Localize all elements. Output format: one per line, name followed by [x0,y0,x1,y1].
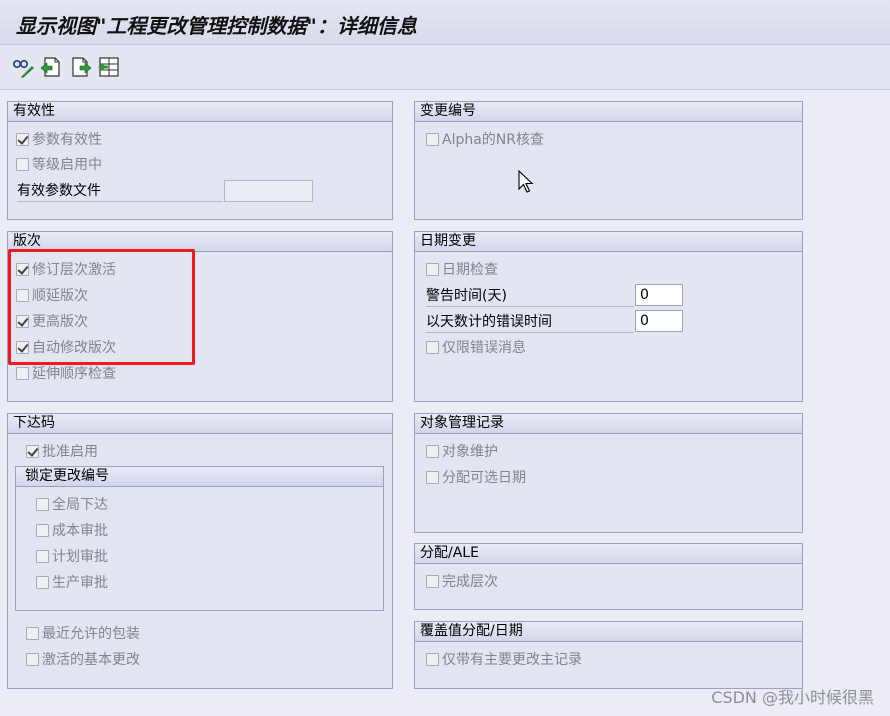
checkbox-cost-approval[interactable]: 成本审批 [36,520,108,542]
checkbox-label: 日期检查 [442,262,498,278]
checkbox-box[interactable] [26,652,39,666]
group-title: 分配/ALE [415,544,802,564]
checkbox-alpha-nr-check[interactable]: Alpha的NR核查 [426,129,544,151]
checkbox-label: 成本审批 [52,523,108,539]
title-bar: 显示视图"工程更改管理控制数据"：详细信息 [0,0,890,45]
checkbox-error-messages-only[interactable]: 仅限错误消息 [426,337,526,359]
watermark: CSDN @我小时候很黑 [711,688,874,707]
group-title: 有效性 [8,102,392,122]
checkbox-label: 对象维护 [442,444,498,460]
checkbox-label: 计划审批 [52,549,108,565]
checkbox-label: Alpha的NR核查 [442,132,545,148]
checkbox-label: 激活的基本更改 [42,652,140,668]
group-title: 对象管理记录 [415,414,802,434]
checkbox-major-change-records-only[interactable]: 仅带有主要更改主记录 [426,649,582,671]
group-lock-change-number: 锁定更改编号 全局下达 成本审批 计划审批 生产审批 [15,466,384,611]
next-entry-icon[interactable] [70,56,92,78]
checkbox-parameter-validity[interactable]: 参数有效性 [16,129,102,151]
field-label-parameter-file: 有效参数文件 [17,183,101,199]
checkbox-box[interactable] [426,574,439,588]
glasses-change-icon[interactable] [12,56,34,78]
checkbox-label: 分配可选日期 [442,470,526,486]
checkbox-assign-optional-date[interactable]: 分配可选日期 [426,467,526,489]
field-underline [17,201,223,202]
checkbox-box[interactable] [36,575,49,589]
window-title: 显示视图"工程更改管理控制数据"：详细信息 [16,14,417,38]
field-underline [426,332,634,333]
checkbox-production-approval[interactable]: 生产审批 [36,572,108,594]
group-title: 变更编号 [415,102,802,122]
checkbox-box[interactable] [36,523,49,537]
field-label-warning-time: 警告时间(天) [426,288,507,304]
group-title: 下达码 [8,414,392,434]
group-release-key: 下达码 批准启用 锁定更改编号 全局下达 成本审批 计划审批 生产审批 最近允许… [7,413,393,689]
checkbox-object-maintenance[interactable]: 对象维护 [426,441,498,463]
checkbox-latest-allowed-packaging[interactable]: 最近允许的包装 [26,623,140,645]
select-entry-icon[interactable] [98,56,120,78]
checkbox-global-release[interactable]: 全局下达 [36,494,108,516]
checkbox-date-check[interactable]: 日期检查 [426,259,498,281]
warning-time-input[interactable]: 0 [635,284,683,306]
checkbox-level-enabled[interactable]: 等级启用中 [16,154,102,176]
checkbox-box[interactable] [426,340,439,354]
checkbox-label: 仅带有主要更改主记录 [442,652,582,668]
checkbox-extended-sequence-check[interactable]: 延伸顺序检查 [16,363,116,385]
application-toolbar [0,45,890,90]
highlight-annotation-box [8,249,195,365]
checkbox-box[interactable] [36,549,49,563]
checkbox-box[interactable] [16,157,29,171]
mouse-cursor-icon [518,169,534,198]
checkbox-box[interactable] [426,262,439,276]
checkbox-label: 仅限错误消息 [442,340,526,356]
checkbox-box[interactable] [16,366,29,380]
checkbox-box[interactable] [426,132,439,146]
field-label-error-time: 以天数计的错误时间 [426,314,552,330]
checkbox-label: 等级启用中 [32,157,102,173]
checkbox-approval-release[interactable]: 批准启用 [26,441,98,463]
checkbox-active-basic-change[interactable]: 激活的基本更改 [26,649,140,671]
checkbox-label: 延伸顺序检查 [32,366,116,382]
group-object-management: 对象管理记录 对象维护 分配可选日期 [414,413,803,533]
field-underline [426,306,634,307]
checkbox-label: 参数有效性 [32,132,102,148]
checkbox-complete-levels[interactable]: 完成层次 [426,571,498,593]
checkbox-box[interactable] [26,444,39,458]
checkbox-label: 全局下达 [52,497,108,513]
checkbox-box[interactable] [16,132,29,146]
group-change-number: 变更编号 Alpha的NR核查 [414,101,803,220]
group-validity: 有效性 参数有效性 等级启用中 有效参数文件 [7,101,393,220]
previous-entry-icon[interactable] [40,56,62,78]
parameter-file-input[interactable] [224,180,313,202]
checkbox-box[interactable] [426,652,439,666]
checkbox-box[interactable] [426,470,439,484]
checkbox-box[interactable] [26,626,39,640]
checkbox-plan-approval[interactable]: 计划审批 [36,546,108,568]
checkbox-box[interactable] [36,497,49,511]
group-title: 日期变更 [415,232,802,252]
group-distribution-ale: 分配/ALE 完成层次 [414,543,803,610]
checkbox-label: 生产审批 [52,575,108,591]
group-date-change: 日期变更 日期检查 警告时间(天) 0 以天数计的错误时间 0 仅限错误消息 [414,231,803,402]
checkbox-label: 最近允许的包装 [42,626,140,642]
checkbox-label: 批准启用 [42,444,98,460]
group-override-assignment: 覆盖值分配/日期 仅带有主要更改主记录 [414,621,803,689]
error-time-input[interactable]: 0 [635,310,683,332]
group-title: 锁定更改编号 [16,467,383,487]
checkbox-label: 完成层次 [442,574,498,590]
group-title: 覆盖值分配/日期 [415,622,802,642]
checkbox-box[interactable] [426,444,439,458]
